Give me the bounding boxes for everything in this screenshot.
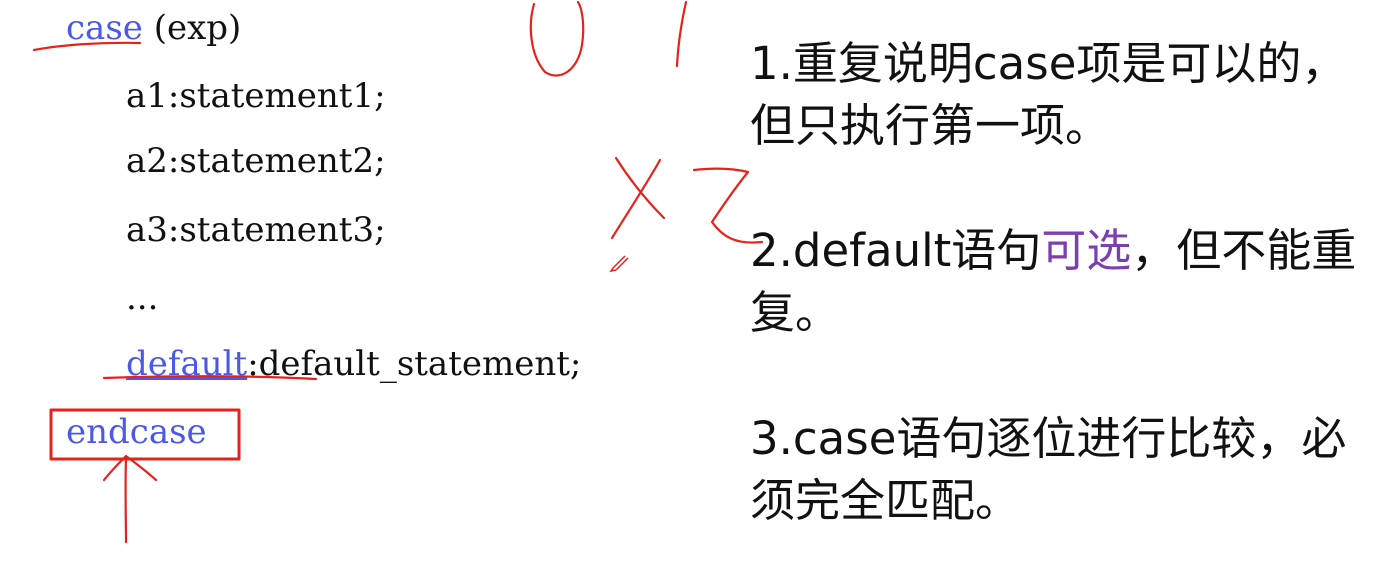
note-2: 2.default语句可选，但不能重复。 (750, 220, 1370, 344)
keyword-endcase: endcase (66, 412, 207, 452)
handwritten-zero (529, 0, 585, 77)
note-1: 1.重复说明case项是可以的，但只执行第一项。 (750, 37, 1347, 152)
keyword-case: case (66, 8, 143, 48)
code-line-item-1: a1:statement1; (126, 76, 386, 116)
code-line-item-3: a3:statement3; (126, 210, 386, 250)
pen-cursor-icon (609, 255, 629, 273)
case-expression: (exp) (142, 8, 242, 48)
handwritten-x-stroke-2 (610, 158, 662, 240)
keyword-default: default (126, 344, 248, 384)
arrow-head (102, 454, 158, 482)
code-line-case: case (exp) (66, 8, 241, 48)
code-line-default: default:default_statement; (126, 344, 581, 384)
note-2-highlight: 可选 (1041, 224, 1132, 277)
note-3: 3.case语句逐位进行比较，必须完全匹配。 (750, 412, 1347, 527)
note-2-text-start: 2.default语句 (750, 224, 1042, 277)
handwritten-x-stroke-1 (614, 156, 666, 220)
code-line-endcase: endcase (66, 412, 207, 452)
default-statement: :default_statement; (247, 344, 582, 384)
code-line-ellipsis: ... (126, 278, 159, 318)
code-line-item-2: a2:statement2; (126, 141, 386, 181)
handwritten-one (675, 0, 688, 68)
